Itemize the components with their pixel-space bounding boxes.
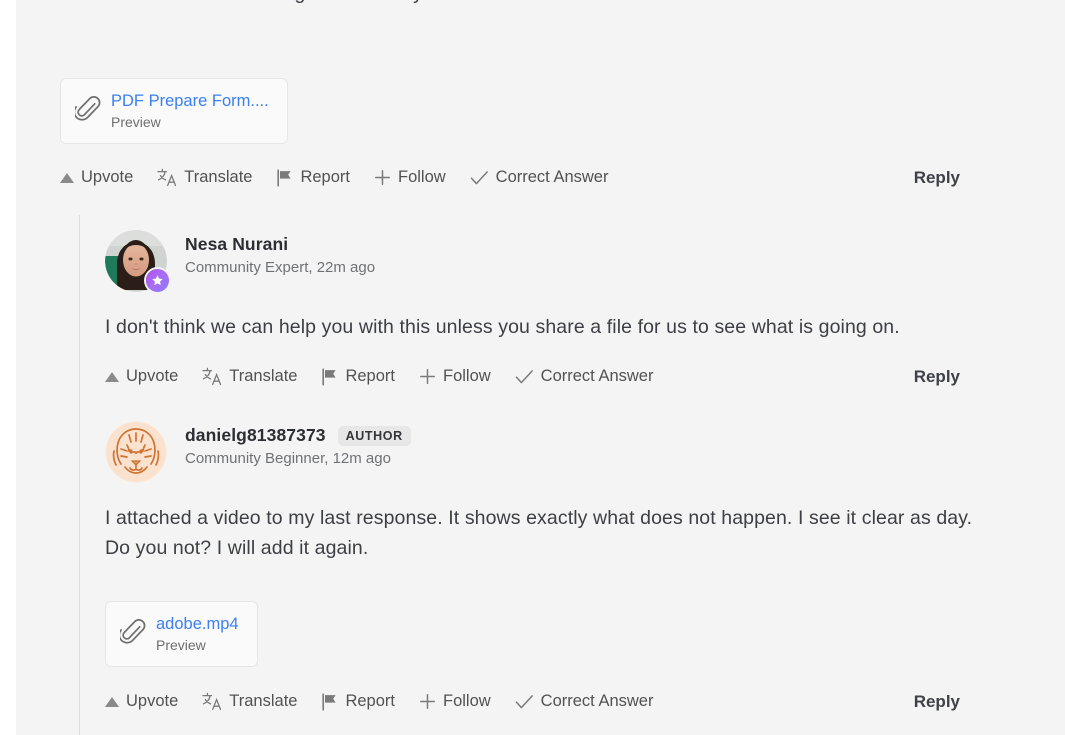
post-reply-button[interactable]: Reply <box>914 168 960 188</box>
correct-answer-button[interactable]: Correct Answer <box>515 367 654 386</box>
reply-role-line: Community Beginner, 12m ago <box>185 450 391 467</box>
flag-icon <box>276 168 293 187</box>
translate-icon <box>202 367 222 386</box>
reply-name-row: danielg81387373 AUTHOR <box>185 425 411 446</box>
reply-attachment-preview-label[interactable]: Preview <box>156 636 239 654</box>
post-text-line: week and I have been using this tool for… <box>60 0 813 4</box>
reply-name-row: Nesa Nurani <box>185 234 375 255</box>
post-attachment-text: PDF Prepare Form.... Preview <box>111 91 269 131</box>
translate-label: Translate <box>229 367 298 385</box>
paperclip-icon <box>73 96 101 126</box>
reply-username[interactable]: danielg81387373 <box>185 425 326 446</box>
upvote-triangle-icon <box>105 696 119 707</box>
translate-label: Translate <box>229 692 298 710</box>
correct-answer-button[interactable]: Correct Answer <box>515 692 654 711</box>
upvote-triangle-icon <box>105 371 119 382</box>
report-button[interactable]: Report <box>276 168 350 187</box>
post-action-bar: Upvote Translate Report Follow Correct A… <box>60 168 1015 187</box>
plus-icon <box>374 169 391 186</box>
reply-button[interactable]: Reply <box>914 367 960 387</box>
avatar[interactable] <box>105 421 167 483</box>
report-button[interactable]: Report <box>321 367 395 386</box>
correct-answer-label: Correct Answer <box>495 168 609 186</box>
report-label: Report <box>345 367 395 385</box>
post-text: week and I have been using this tool for… <box>60 0 1010 9</box>
report-label: Report <box>345 692 395 710</box>
reply-meta: danielg81387373 AUTHOR Community Beginne… <box>185 421 411 467</box>
follow-label: Follow <box>442 692 491 710</box>
reply-body-nesa-nurani: I don't think we can help you with this … <box>105 316 900 338</box>
post-attachment-name[interactable]: PDF Prepare Form.... <box>111 91 269 111</box>
flag-icon <box>321 692 338 711</box>
reply-header-danielg81387373: danielg81387373 AUTHOR Community Beginne… <box>105 421 411 483</box>
translate-icon <box>202 692 222 711</box>
follow-button[interactable]: Follow <box>419 367 491 386</box>
translate-icon <box>157 168 177 187</box>
paperclip-icon <box>118 619 146 649</box>
correct-answer-label: Correct Answer <box>540 367 654 385</box>
page-root: week and I have been using this tool for… <box>0 0 1065 735</box>
reply-attachment-card[interactable]: adobe.mp4 Preview <box>105 601 258 667</box>
upvote-button[interactable]: Upvote <box>105 692 178 711</box>
reply-attachment-name[interactable]: adobe.mp4 <box>156 614 239 634</box>
reply-role-line: Community Expert, 22m ago <box>185 259 376 276</box>
reply-button[interactable]: Reply <box>914 692 960 712</box>
translate-label: Translate <box>184 168 253 186</box>
follow-button[interactable]: Follow <box>419 692 491 711</box>
follow-label: Follow <box>397 168 446 186</box>
follow-button[interactable]: Follow <box>374 168 446 187</box>
author-badge: AUTHOR <box>337 425 411 446</box>
reply-action-bar-danielg81387373: Upvote Translate Report Follow Correct A… <box>105 692 1015 711</box>
check-icon <box>515 694 534 710</box>
reply-meta: Nesa Nurani Community Expert, 22m ago <box>185 230 375 276</box>
post-attachment-card[interactable]: PDF Prepare Form.... Preview <box>60 78 288 144</box>
report-button[interactable]: Report <box>321 692 395 711</box>
plus-icon <box>419 693 436 710</box>
translate-button[interactable]: Translate <box>202 367 297 386</box>
thread-rail <box>79 215 80 735</box>
plus-icon <box>419 368 436 385</box>
post-attachment-preview-label[interactable]: Preview <box>111 113 269 131</box>
reply-body-danielg81387373: I attached a video to my last response. … <box>105 507 973 559</box>
expert-star-badge <box>146 269 169 292</box>
upvote-button[interactable]: Upvote <box>60 168 133 187</box>
avatar[interactable] <box>105 230 169 292</box>
reply-username[interactable]: Nesa Nurani <box>185 234 288 255</box>
reply-action-bar-nesa-nurani: Upvote Translate Report Follow Correct A… <box>105 367 1015 386</box>
reply-header-nesa-nurani: Nesa Nurani Community Expert, 22m ago <box>105 230 375 292</box>
report-label: Report <box>300 168 350 186</box>
upvote-triangle-icon <box>60 172 74 183</box>
check-icon <box>470 170 489 186</box>
upvote-label: Upvote <box>126 692 179 710</box>
translate-button[interactable]: Translate <box>202 692 297 711</box>
check-icon <box>515 369 534 385</box>
correct-answer-label: Correct Answer <box>540 692 654 710</box>
follow-label: Follow <box>442 367 491 385</box>
translate-button[interactable]: Translate <box>157 168 252 187</box>
reply-attachment-text: adobe.mp4 Preview <box>156 614 239 654</box>
upvote-button[interactable]: Upvote <box>105 367 178 386</box>
upvote-label: Upvote <box>126 367 179 385</box>
correct-answer-button[interactable]: Correct Answer <box>470 168 609 187</box>
upvote-label: Upvote <box>81 168 134 186</box>
tiger-avatar <box>105 421 167 483</box>
flag-icon <box>321 367 338 386</box>
